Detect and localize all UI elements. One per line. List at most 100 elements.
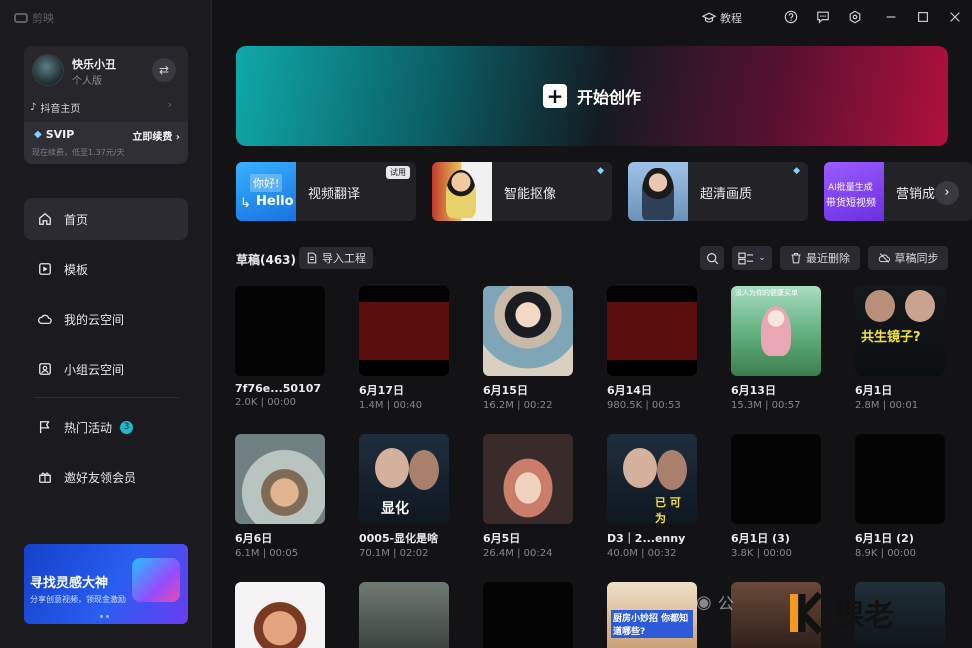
- tool-label: 智能抠像: [504, 187, 557, 202]
- svip-note: 现在续费，低至1.37元/天: [32, 148, 125, 157]
- draft-thumbnail[interactable]: 没人为你的健康买单: [731, 286, 821, 376]
- tools-scroll-right-button[interactable]: ›: [935, 181, 959, 205]
- draft-sync-label: 草稿同步: [894, 252, 939, 265]
- nav-item-team-cloud[interactable]: 小组云空间: [24, 348, 188, 390]
- draft-meta: 16.2M | 00:22: [483, 400, 553, 411]
- promo-title: 寻找灵感大神: [30, 576, 109, 591]
- draft-item[interactable]: 6月6日 6.1M | 00:05: [235, 434, 325, 559]
- tutorial-button[interactable]: 教程: [702, 10, 742, 26]
- nav-label: 我的云空间: [64, 312, 125, 327]
- draft-thumbnail[interactable]: [607, 286, 697, 376]
- smart-matting-thumbnail: [432, 162, 492, 221]
- draft-thumbnail[interactable]: [235, 434, 325, 524]
- close-icon[interactable]: [948, 10, 962, 24]
- draft-meta: 26.4M | 00:24: [483, 548, 553, 559]
- import-project-button[interactable]: 导入工程: [299, 247, 373, 269]
- draft-meta: 3.8K | 00:00: [731, 548, 793, 559]
- draft-item[interactable]: 6月1日 (3) 3.8K | 00:00: [731, 434, 821, 559]
- search-drafts-button[interactable]: [700, 246, 724, 270]
- settings-icon[interactable]: [848, 10, 862, 24]
- nav-label: 邀好友领会员: [64, 470, 137, 485]
- draft-item[interactable]: 已 可为 D3｜2...enny 40.0M | 00:32: [607, 434, 697, 559]
- douyin-home-link[interactable]: ♪ 抖音主页: [30, 100, 80, 115]
- draft-thumbnail[interactable]: 显化: [359, 434, 449, 524]
- draft-thumbnail[interactable]: [235, 582, 325, 648]
- draft-item[interactable]: [235, 582, 325, 648]
- draft-item[interactable]: 6月17日 1.4M | 00:40: [359, 286, 449, 411]
- promo-subtitle: 分享创意视频，领现金激励: [30, 595, 126, 604]
- draft-item[interactable]: 6月15日 16.2M | 00:22: [483, 286, 573, 411]
- grid-view-icon: [738, 252, 754, 264]
- draft-name: 6月13日: [731, 384, 776, 397]
- draft-thumbnail[interactable]: [359, 582, 449, 648]
- draft-thumbnail[interactable]: 已 可为: [607, 434, 697, 524]
- watermark: ◉ 公: [696, 590, 734, 614]
- nav-item-home[interactable]: 首页: [24, 198, 188, 240]
- draft-name: 0005-显化是啥: [359, 532, 439, 545]
- inspiration-promo-banner[interactable]: 寻找灵感大神 分享创意视频，领现金激励: [24, 544, 188, 624]
- tool-video-translate[interactable]: 你好! Hello ↳ 视频翻译 试用: [236, 162, 416, 221]
- draft-meta: 70.1M | 02:02: [359, 548, 429, 559]
- draft-thumbnail[interactable]: [855, 434, 945, 524]
- flag-icon: [39, 421, 50, 434]
- carousel-dots[interactable]: [100, 615, 109, 618]
- recent-delete-button[interactable]: 最近删除: [780, 246, 860, 270]
- user-card: 快乐小丑 个人版 ⇄ ♪ 抖音主页 › ◆ SVIP 立即续费 › 现在续费，低…: [24, 46, 188, 164]
- renew-button[interactable]: 立即续费 ›: [132, 128, 180, 143]
- drafts-title: 草稿(463): [236, 253, 297, 267]
- draft-sync-button[interactable]: 草稿同步: [868, 246, 948, 270]
- tool-label: 超清画质: [700, 187, 753, 202]
- draft-thumbnail[interactable]: [483, 286, 573, 376]
- nav-item-my-cloud[interactable]: 我的云空间: [24, 298, 188, 340]
- draft-thumbnail[interactable]: [483, 582, 573, 648]
- draft-thumbnail[interactable]: 厨房小妙招 你都知道哪些?: [607, 582, 697, 648]
- tool-hd-quality[interactable]: 超清画质 ◆: [628, 162, 808, 221]
- vip-diamond-icon: ◆: [793, 166, 800, 176]
- draft-item[interactable]: 厨房小妙招 你都知道哪些?: [607, 582, 697, 648]
- draft-item[interactable]: [359, 582, 449, 648]
- search-icon: [706, 252, 718, 264]
- draft-thumbnail[interactable]: [235, 286, 325, 376]
- maximize-icon[interactable]: [916, 10, 930, 24]
- nav-divider: [34, 397, 180, 398]
- draft-thumbnail[interactable]: [731, 434, 821, 524]
- draft-item[interactable]: 显化 0005-显化是啥 70.1M | 02:02: [359, 434, 449, 559]
- draft-name: 6月5日: [483, 532, 521, 545]
- cloud-off-icon: [878, 253, 890, 263]
- draft-name: 6月17日: [359, 384, 404, 397]
- nav-item-invite[interactable]: 邀好友领会员: [24, 456, 188, 498]
- draft-thumbnail[interactable]: [483, 434, 573, 524]
- draft-item[interactable]: 共生镜子? 6月1日 2.8M | 00:01: [855, 286, 945, 411]
- draft-item[interactable]: [483, 582, 573, 648]
- avatar[interactable]: [32, 54, 64, 86]
- draft-thumbnail[interactable]: [359, 286, 449, 376]
- draft-item[interactable]: 7f76e...50107 2.0K | 00:00: [235, 286, 325, 408]
- document-icon: [307, 252, 317, 264]
- start-creating-label: 开始创作: [576, 88, 641, 107]
- nav-item-hot-events[interactable]: 热门活动 3: [24, 406, 188, 448]
- nav-item-template[interactable]: 模板: [24, 248, 188, 290]
- draft-thumbnail[interactable]: 共生镜子?: [855, 286, 945, 376]
- start-creating-button[interactable]: + 开始创作: [236, 46, 948, 146]
- user-name: 快乐小丑: [72, 58, 116, 71]
- feedback-icon[interactable]: [816, 10, 830, 24]
- draft-item[interactable]: 6月5日 26.4M | 00:24: [483, 434, 573, 559]
- draft-item[interactable]: 6月14日 980.5K | 00:53: [607, 286, 697, 411]
- diamond-icon: ◆: [34, 129, 42, 140]
- draft-item[interactable]: 没人为你的健康买单 6月13日 15.3M | 00:57: [731, 286, 821, 411]
- help-icon[interactable]: [784, 10, 798, 24]
- chevron-right-icon: ›: [167, 98, 172, 111]
- draft-meta: 8.9K | 00:00: [855, 548, 917, 559]
- user-plan: 个人版: [72, 76, 102, 87]
- draft-item[interactable]: 6月1日 (2) 8.9K | 00:00: [855, 434, 945, 559]
- video-translate-thumbnail: 你好! Hello ↳: [236, 162, 296, 221]
- minimize-icon[interactable]: [884, 10, 898, 24]
- switch-account-button[interactable]: ⇄: [152, 58, 176, 82]
- tool-smart-matting[interactable]: 智能抠像 ◆: [432, 162, 612, 221]
- promo-illustration: [132, 558, 180, 602]
- svip-banner[interactable]: ◆ SVIP 立即续费 › 现在续费，低至1.37元/天: [24, 122, 188, 164]
- draft-name: D3｜2...enny: [607, 532, 686, 545]
- view-mode-dropdown[interactable]: ⌄: [732, 246, 772, 270]
- draft-meta: 980.5K | 00:53: [607, 400, 681, 411]
- svip-title: ◆ SVIP: [34, 128, 74, 141]
